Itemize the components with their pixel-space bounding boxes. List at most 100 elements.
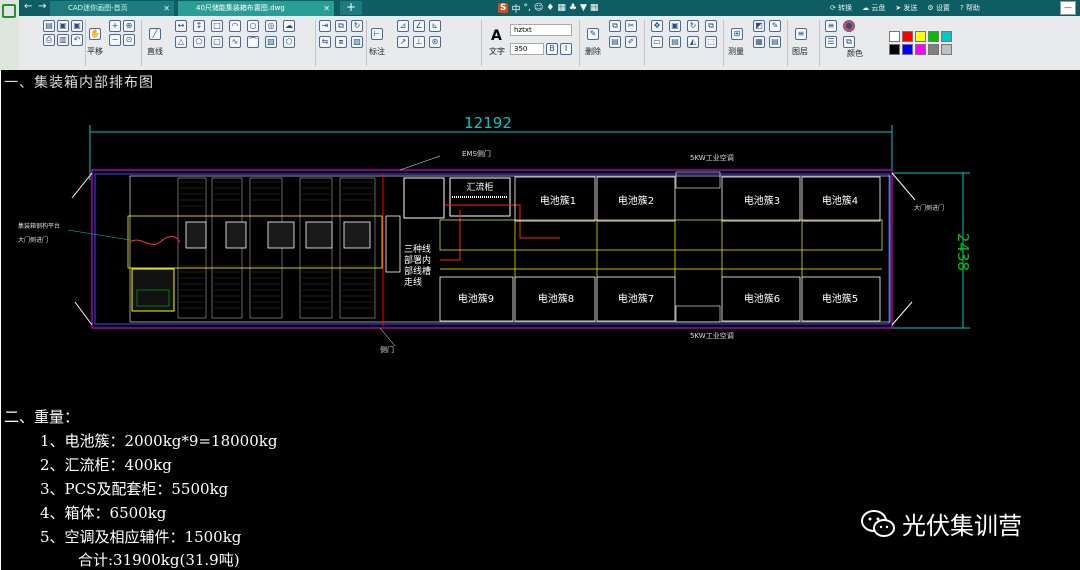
ellipse-icon[interactable]: ◎ [265,20,277,32]
tab-drawing[interactable]: 40尺储能集装箱布置图.dwg ✕ [178,1,334,16]
table-icon[interactable]: ▦ [753,36,765,48]
measure-icon[interactable]: ⊞ [731,28,743,40]
rect-icon[interactable]: □ [211,20,223,32]
swatch-silver[interactable] [941,44,952,55]
center-mark-icon[interactable]: ⊛ [429,36,441,48]
array-icon[interactable]: ◭ [687,36,699,48]
close-icon[interactable]: ✕ [163,1,170,16]
italic-icon[interactable]: I [560,43,572,55]
arrow-icon[interactable]: ↕ [193,20,205,32]
ime-lang[interactable]: 中 [511,2,520,15]
aligned-dim-icon[interactable]: ⊿ [397,20,409,32]
keyboard-icon[interactable]: ▦ [557,3,566,13]
tab-home[interactable]: CAD迷你画图-首页 ✕ [50,1,174,16]
ime-grid-icon[interactable]: ▦ [590,3,599,13]
close-icon[interactable]: ✕ [323,1,330,16]
spline-icon[interactable]: ∿ [229,36,241,48]
swatch-cyan[interactable] [941,31,952,42]
emoji-icon[interactable]: ☺ [534,3,543,13]
area-icon[interactable]: ◩ [753,20,765,32]
undo-icon[interactable]: ↶ [71,34,83,46]
convert-button[interactable]: ⟳ 转换 [830,1,852,15]
cloud-button[interactable]: ☁ 云盘 [862,1,885,15]
back-icon[interactable]: ← [24,1,32,12]
swatch-yellow[interactable] [915,31,926,42]
save-as-icon[interactable]: ▣ [71,20,83,32]
copy-obj-icon[interactable]: ⧉ [335,20,347,32]
minimize-button[interactable]: — [1060,1,1076,15]
skin-icon[interactable]: ♣ [569,3,577,13]
print-icon[interactable]: ⎙ [43,34,55,46]
polyline-icon[interactable]: ↔ [175,20,187,32]
swatch-green[interactable] [928,31,939,42]
hatch-icon[interactable]: ▨ [265,36,277,48]
dimension-icon[interactable]: ⊢ [371,28,383,40]
help-button[interactable]: ? 帮助 [960,1,980,15]
zoom-window-icon[interactable]: ⊕ [123,20,135,32]
insert-icon[interactable]: ▤ [669,36,681,48]
eraser-icon[interactable]: ✎ [587,28,599,40]
mirror-icon[interactable]: ⇋ [319,36,331,48]
new-tab-button[interactable]: + [340,1,362,15]
ime-punct-icon[interactable]: °, [524,3,531,13]
settings-button[interactable]: ⚙ 设置 [927,1,950,15]
line-icon[interactable]: ╱ [149,28,161,40]
circle-icon[interactable]: ○ [247,20,259,32]
pen-icon[interactable]: ✎ [769,20,781,32]
swatch-gray[interactable] [928,44,939,55]
ordinate-icon[interactable]: ⊥ [413,36,425,48]
zoom-in-icon[interactable]: + [109,20,121,32]
pan-icon[interactable]: ✋ [89,28,101,40]
explode-icon[interactable]: ⧉ [705,20,717,32]
cut-icon[interactable]: ✂ [625,20,637,32]
swatch-black[interactable] [889,44,900,55]
bold-icon[interactable]: B [546,43,558,55]
zoom-out-icon[interactable]: − [109,34,121,46]
mic-icon[interactable]: ♦ [546,3,554,13]
cloud-icon[interactable]: ☁ [283,20,295,32]
send-button[interactable]: ➤ 发送 [895,1,917,15]
open-icon[interactable]: ▤ [43,20,55,32]
arc-icon[interactable]: ◠ [229,20,241,32]
swatch-magenta[interactable] [915,44,926,55]
triangle-icon[interactable]: △ [175,36,187,48]
rotate-icon[interactable]: ↻ [351,20,363,32]
text-icon[interactable]: A [491,28,502,44]
copy-icon[interactable]: ⧉ [609,20,621,32]
paste-icon[interactable]: ▤ [609,36,621,48]
linetype-icon[interactable]: ≡ [825,20,837,32]
save-icon[interactable]: ▣ [57,20,69,32]
stretch-icon[interactable]: ⬚ [705,36,717,48]
revcloud-icon[interactable]: ⌒ [247,36,259,48]
match-prop-icon[interactable]: ⧉ [843,36,855,48]
pentagon-icon[interactable]: ⬠ [193,36,205,48]
zoom-extents-icon[interactable]: ⊙ [123,34,135,46]
font-select[interactable]: hztxt [510,24,572,36]
swatch-red[interactable] [902,31,913,42]
block-icon[interactable]: ▣ [669,20,681,32]
swatch-blue[interactable] [902,44,913,55]
font-size-select[interactable]: 350 [510,43,544,55]
swatch-white[interactable] [889,31,900,42]
move-icon[interactable]: ⇥ [319,20,331,32]
export-icon[interactable]: ▥ [57,34,69,46]
shirt-icon[interactable]: ▼ [580,3,587,13]
tab-home-label: CAD迷你画图-首页 [68,4,128,12]
radius-dim-icon[interactable]: ⊾ [429,20,441,32]
format-painter-icon[interactable]: ✐ [625,36,637,48]
move-view-icon[interactable]: ✥ [651,20,663,32]
square-icon[interactable]: ▢ [211,36,223,48]
lineweight-icon[interactable]: ☰ [825,36,837,48]
redraw-icon[interactable]: ↻ [687,20,699,32]
frame-icon[interactable]: ▭ [651,36,663,48]
hexagon-icon[interactable]: ⬡ [283,36,295,48]
view-tools: ✥ ▣ ↻ ⧉ ▭ ▤ ◭ ⬚ [651,20,717,48]
forward-icon[interactable]: → [38,1,46,12]
angle-dim-icon[interactable]: ∠ [413,20,425,32]
calc-icon[interactable]: ▤ [769,36,781,48]
leader-icon[interactable]: ↗ [397,36,409,48]
color-wheel-icon[interactable]: ● [843,20,855,32]
layer-icon[interactable]: ≡ [795,28,807,40]
image-icon[interactable]: ▨ [351,36,363,48]
offset-icon[interactable]: ⧈ [335,36,347,48]
